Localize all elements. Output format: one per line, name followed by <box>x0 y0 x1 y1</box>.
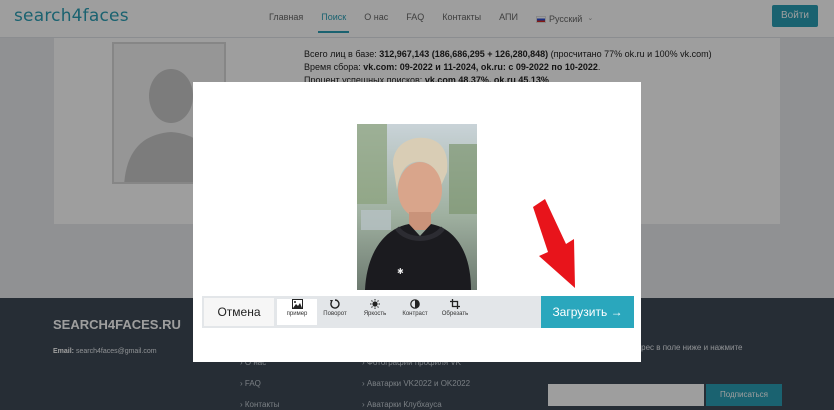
tool-brightness-label: Яркость <box>363 311 387 317</box>
tool-example[interactable]: пример <box>277 299 317 325</box>
tool-rotate[interactable]: Поворот <box>315 299 355 325</box>
rotate-icon <box>330 299 340 309</box>
uploaded-photo-preview[interactable]: ✱ <box>357 124 477 290</box>
tool-contrast[interactable]: Контраст <box>395 299 435 325</box>
cancel-button[interactable]: Отмена <box>204 298 274 326</box>
crop-icon <box>450 299 460 309</box>
image-icon <box>291 299 303 309</box>
editor-toolbar: Отмена пример Поворот Яркость Контраст О… <box>202 296 634 328</box>
tool-crop[interactable]: Обрезать <box>435 299 475 325</box>
upload-button[interactable]: Загрузить → <box>541 296 634 328</box>
photo-editor-modal: ✱ Отмена пример Поворот Яркость Контраст… <box>193 82 641 362</box>
tool-brightness[interactable]: Яркость <box>355 299 395 325</box>
brightness-icon <box>370 299 380 309</box>
contrast-icon <box>410 299 420 309</box>
tool-example-label: пример <box>286 311 308 317</box>
tool-rotate-label: Поворот <box>323 311 347 317</box>
tool-crop-label: Обрезать <box>441 311 469 317</box>
tool-contrast-label: Контраст <box>402 311 428 317</box>
portrait-photo: ✱ <box>357 124 477 290</box>
svg-text:✱: ✱ <box>397 267 404 276</box>
